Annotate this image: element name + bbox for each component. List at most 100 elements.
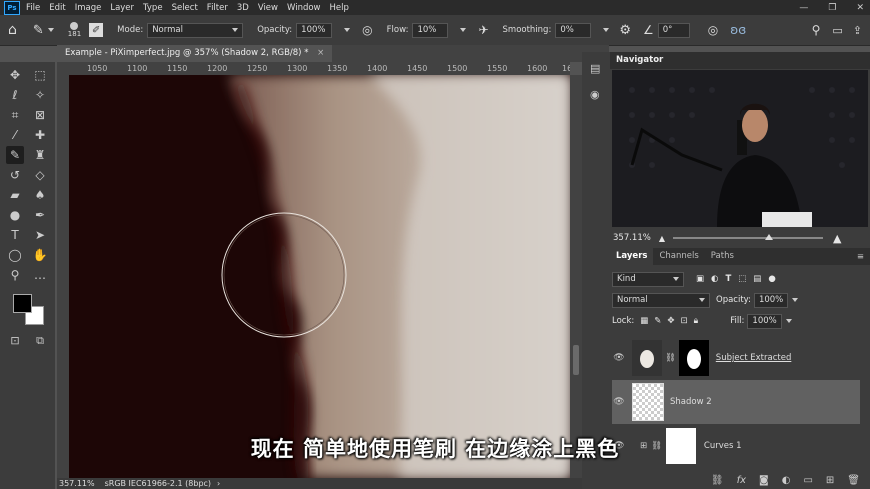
zoom-in-icon[interactable]: ▲ [833,232,841,245]
document-canvas[interactable] [69,75,570,478]
restore-icon[interactable]: ❐ [828,3,836,13]
lasso-tool-icon[interactable]: ℓ [6,86,24,104]
quick-mask-icon[interactable]: ⊡ [6,332,24,350]
scroll-thumb[interactable] [573,345,579,375]
menu-file[interactable]: File [26,3,40,13]
eyedropper-tool-icon[interactable]: ⁄ [6,126,24,144]
crop-tool-icon[interactable]: ⌗ [6,106,24,124]
brush-tool-icon[interactable]: ✎ [33,23,54,38]
lock-transparent-icon[interactable]: ▦ [640,316,648,326]
zoom-tool-icon[interactable]: ⚲ [6,266,24,284]
angle-input[interactable]: 0° [657,22,690,38]
filter-pixel-icon[interactable]: ▣ [696,274,704,284]
kind-filter-select[interactable]: Kind [612,271,684,287]
more-tools-icon[interactable]: … [31,266,49,284]
ellipse-tool-icon[interactable]: ◯ [6,246,24,264]
status-arrow-icon[interactable]: › [217,479,220,488]
airbrush-icon[interactable]: ✈ [478,23,488,37]
flow-input[interactable]: 10% [412,22,449,38]
close-window-icon[interactable]: ✕ [856,3,864,13]
blend-mode-select[interactable]: Normal [612,292,710,308]
menu-view[interactable]: View [258,3,278,13]
smoothing-input[interactable]: 0% [555,22,592,38]
visibility-eye-icon[interactable]: 👁︎ [612,397,626,407]
marquee-tool-icon[interactable]: ⬚ [31,66,49,84]
blur-tool-icon[interactable]: ♠ [31,186,49,204]
menu-image[interactable]: Image [75,3,102,13]
filter-shape-icon[interactable]: ⬚ [738,274,746,284]
hand-tool-icon[interactable]: ✋ [31,246,49,264]
history-panel-icon[interactable]: ▤ [590,62,600,75]
layer-name[interactable]: Shadow 2 [670,397,712,407]
layer-opacity-input[interactable]: 100% [753,292,789,308]
menu-type[interactable]: Type [143,3,163,13]
layer-subject-extracted[interactable]: 👁︎ ⛓︎ Subject Extracted [612,336,860,380]
lock-pixels-icon[interactable]: ✎ [654,316,661,326]
filter-smart-object-icon[interactable]: ▤ [753,274,761,284]
close-tab-icon[interactable]: × [317,48,324,58]
brush-tool-icon-active[interactable]: ✎ [6,146,24,164]
smoothing-dropdown-icon[interactable] [599,28,610,32]
layer-mask-thumbnail[interactable] [678,340,709,376]
menu-layer[interactable]: Layer [110,3,134,13]
add-mask-icon[interactable]: ◙ [759,475,769,486]
navigator-zoom-value[interactable]: 357.11% [613,233,651,243]
search-icon[interactable]: ⚲ [812,23,821,37]
gear-icon[interactable]: ⚙ [619,23,631,38]
trash-icon[interactable]: 🗑︎ [847,475,860,486]
menu-help[interactable]: Help [330,3,349,13]
opacity-dropdown-icon[interactable] [340,28,351,32]
brush-preset-picker[interactable]: 181 [68,21,81,39]
tab-channels[interactable]: Channels [653,248,704,265]
path-selection-tool-icon[interactable]: ➤ [31,226,49,244]
visibility-eye-icon[interactable]: 👁︎ [612,353,626,363]
filter-adjustment-icon[interactable]: ◐ [711,274,718,284]
layer-opacity-dropdown-icon[interactable] [788,295,799,305]
navigator-zoom-slider[interactable] [672,234,823,240]
chain-link-icon[interactable]: ⛓︎ [665,353,676,363]
minimize-icon[interactable]: — [799,3,808,13]
link-layers-icon[interactable]: ⛓︎ [711,475,724,486]
zoom-out-icon[interactable]: ▲ [659,234,665,243]
symmetry-butterfly-icon[interactable]: ʚɞ [730,23,746,37]
vertical-scrollbar[interactable] [570,75,582,478]
brush-settings-icon[interactable]: ✐ [89,23,104,37]
pressure-size-icon[interactable]: ◎ [708,23,718,37]
document-tab[interactable]: Example - PiXimperfect.jpg @ 357% (Shado… [57,45,333,62]
share-icon[interactable]: ⇪ [853,24,862,37]
fill-dropdown-icon[interactable] [782,316,792,326]
screen-mode-icon[interactable]: ⧉ [31,332,49,350]
move-tool-icon[interactable]: ✥ [6,66,24,84]
gradient-tool-icon[interactable]: ▰ [6,186,24,204]
layer-name[interactable]: Subject Extracted [716,353,792,363]
frame-tool-icon[interactable]: ⊠ [31,106,49,124]
tab-paths[interactable]: Paths [705,248,740,265]
fx-icon[interactable]: fx [737,475,746,486]
healing-brush-tool-icon[interactable]: ✚ [31,126,49,144]
pen-tool-icon[interactable]: ✒ [31,206,49,224]
quick-select-tool-icon[interactable]: ✧ [31,86,49,104]
pressure-opacity-icon[interactable]: ◎ [362,23,372,37]
lock-artboard-icon[interactable]: ⊡ [681,316,688,326]
filter-toggle-icon[interactable]: ● [768,274,775,284]
slider-handle[interactable] [764,234,773,240]
clone-stamp-tool-icon[interactable]: ♜ [31,146,49,164]
adjustment-layer-icon[interactable]: ◐ [782,475,791,486]
type-tool-icon[interactable]: T [6,226,24,244]
new-group-icon[interactable]: ▭ [803,475,812,486]
tab-layers[interactable]: Layers [610,248,654,265]
fill-input[interactable]: 100% [747,313,782,329]
workspace-icon[interactable]: ▭ [832,24,842,37]
menu-select[interactable]: Select [172,3,198,13]
flow-dropdown-icon[interactable] [456,28,467,32]
menu-window[interactable]: Window [287,3,321,13]
menu-edit[interactable]: Edit [49,3,65,13]
layer-shadow-2[interactable]: 👁︎ Shadow 2 [612,380,860,424]
lock-position-icon[interactable]: ✥ [667,316,674,326]
mode-select[interactable]: Normal [147,22,244,38]
menu-3d[interactable]: 3D [237,3,249,13]
properties-panel-icon[interactable]: ◉ [590,88,600,101]
dodge-tool-icon[interactable]: ● [6,206,24,224]
home-icon[interactable]: ⌂ [8,22,17,38]
filter-type-icon[interactable]: T [725,274,731,284]
